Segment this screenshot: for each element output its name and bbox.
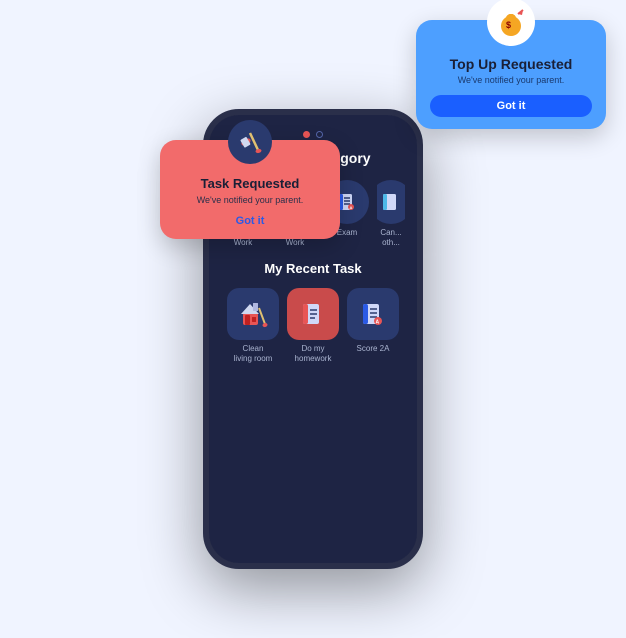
- topup-requested-popup: $ Top Up Requested We've notified your p…: [416, 20, 606, 129]
- clean-icon: [227, 288, 279, 340]
- clean-label: Cleanliving room: [234, 344, 273, 363]
- recent-item-homework[interactable]: Do myhomework: [287, 288, 339, 363]
- task-requested-popup: Task Requested We've notified your paren…: [160, 140, 340, 239]
- topup-popup-got-it-button[interactable]: Got it: [430, 95, 592, 117]
- task-popup-got-it-button[interactable]: Got it: [174, 215, 326, 227]
- phone-status-dots: [303, 131, 323, 138]
- svg-text:A: A: [376, 320, 380, 326]
- score-icon: A: [347, 288, 399, 340]
- topup-popup-icon: $: [487, 0, 535, 46]
- homework-icon: [287, 288, 339, 340]
- category-item-other[interactable]: Can...oth...: [377, 180, 405, 247]
- dot-active: [303, 131, 310, 138]
- recent-task-title: My Recent Task: [264, 261, 361, 276]
- homework-label: Do myhomework: [295, 344, 332, 363]
- task-popup-title: Task Requested: [174, 176, 326, 191]
- other-icon: [377, 180, 405, 224]
- score-label: Score 2A: [357, 344, 390, 354]
- recent-item-clean[interactable]: Cleanliving room: [227, 288, 279, 363]
- svg-text:A: A: [350, 205, 353, 210]
- svg-text:$: $: [506, 20, 511, 30]
- exam-label: Exam: [337, 228, 357, 238]
- topup-popup-subtitle: We've notified your parent.: [430, 75, 592, 85]
- dot-inactive: [316, 131, 323, 138]
- recent-item-score[interactable]: A Score 2A: [347, 288, 399, 363]
- recent-task-row: Cleanliving room: [227, 288, 399, 363]
- task-popup-icon: [228, 120, 272, 164]
- task-popup-subtitle: We've notified your parent.: [174, 195, 326, 205]
- topup-popup-title: Top Up Requested: [430, 56, 592, 72]
- other-label: Can...oth...: [380, 228, 401, 247]
